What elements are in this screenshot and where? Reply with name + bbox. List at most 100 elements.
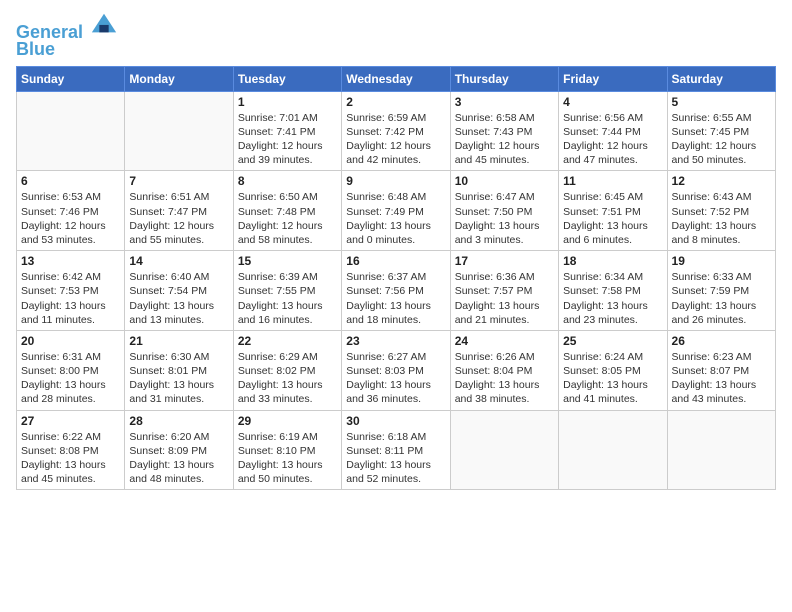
day-info: Sunrise: 6:30 AMSunset: 8:01 PMDaylight:… — [129, 350, 228, 407]
day-cell: 26Sunrise: 6:23 AMSunset: 8:07 PMDayligh… — [667, 330, 775, 410]
day-cell: 4 Sunrise: 6:56 AMSunset: 7:44 PMDaylight… — [559, 91, 667, 171]
day-cell: 1 Sunrise: 7:01 AMSunset: 7:41 PMDaylight… — [233, 91, 341, 171]
day-info: Sunrise: 6:31 AMSunset: 8:00 PMDaylight:… — [21, 350, 120, 407]
day-info: Sunrise: 7:01 AMSunset: 7:41 PMDaylight:… — [238, 111, 337, 168]
day-info: Sunrise: 6:59 AMSunset: 7:42 PMDaylight:… — [346, 111, 445, 168]
day-number: 7 — [129, 174, 228, 188]
day-cell: 8Sunrise: 6:50 AMSunset: 7:48 PMDaylight… — [233, 171, 341, 251]
day-info: Sunrise: 6:22 AMSunset: 8:08 PMDaylight:… — [21, 430, 120, 487]
day-info: Sunrise: 6:45 AMSunset: 7:51 PMDaylight:… — [563, 190, 662, 247]
day-cell: 9 Sunrise: 6:48 AMSunset: 7:49 PMDaylight… — [342, 171, 450, 251]
logo-icon — [90, 10, 118, 38]
day-info: Sunrise: 6:20 AMSunset: 8:09 PMDaylight:… — [129, 430, 228, 487]
day-cell: 7 Sunrise: 6:51 AMSunset: 7:47 PMDaylight… — [125, 171, 233, 251]
day-info: Sunrise: 6:19 AMSunset: 8:10 PMDaylight:… — [238, 430, 337, 487]
day-info: Sunrise: 6:56 AMSunset: 7:44 PMDaylight:… — [563, 111, 662, 168]
day-cell: 2 Sunrise: 6:59 AMSunset: 7:42 PMDaylight… — [342, 91, 450, 171]
day-cell: 22 Sunrise: 6:29 AMSunset: 8:02 PMDayligh… — [233, 330, 341, 410]
header-monday: Monday — [125, 66, 233, 91]
day-cell — [559, 410, 667, 490]
day-info: Sunrise: 6:24 AMSunset: 8:05 PMDaylight:… — [563, 350, 662, 407]
day-info: Sunrise: 6:29 AMSunset: 8:02 PMDaylight:… — [238, 350, 337, 407]
day-cell: 14 Sunrise: 6:40 AMSunset: 7:54 PMDayligh… — [125, 251, 233, 331]
day-number: 29 — [238, 414, 337, 428]
day-cell: 30 Sunrise: 6:18 AMSunset: 8:11 PMDayligh… — [342, 410, 450, 490]
day-cell: 19Sunrise: 6:33 AMSunset: 7:59 PMDayligh… — [667, 251, 775, 331]
day-number: 1 — [238, 95, 337, 109]
week-row-2: 6 Sunrise: 6:53 AMSunset: 7:46 PMDaylight… — [17, 171, 776, 251]
day-info: Sunrise: 6:50 AMSunset: 7:48 PMDaylight:… — [238, 190, 337, 247]
day-cell: 10 Sunrise: 6:47 AMSunset: 7:50 PMDayligh… — [450, 171, 558, 251]
day-number: 25 — [563, 334, 662, 348]
day-info: Sunrise: 6:42 AMSunset: 7:53 PMDaylight:… — [21, 270, 120, 327]
day-number: 24 — [455, 334, 554, 348]
day-number: 12 — [672, 174, 771, 188]
day-info: Sunrise: 6:53 AMSunset: 7:46 PMDaylight:… — [21, 190, 120, 247]
week-row-3: 13 Sunrise: 6:42 AMSunset: 7:53 PMDayligh… — [17, 251, 776, 331]
day-info: Sunrise: 6:48 AMSunset: 7:49 PMDaylight:… — [346, 190, 445, 247]
day-cell: 5 Sunrise: 6:55 AMSunset: 7:45 PMDaylight… — [667, 91, 775, 171]
day-info: Sunrise: 6:26 AMSunset: 8:04 PMDaylight:… — [455, 350, 554, 407]
day-number: 20 — [21, 334, 120, 348]
day-number: 6 — [21, 174, 120, 188]
day-cell: 24 Sunrise: 6:26 AMSunset: 8:04 PMDayligh… — [450, 330, 558, 410]
day-cell: 21 Sunrise: 6:30 AMSunset: 8:01 PMDayligh… — [125, 330, 233, 410]
week-row-4: 20 Sunrise: 6:31 AMSunset: 8:00 PMDayligh… — [17, 330, 776, 410]
day-info: Sunrise: 6:18 AMSunset: 8:11 PMDaylight:… — [346, 430, 445, 487]
day-cell: 3Sunrise: 6:58 AMSunset: 7:43 PMDaylight… — [450, 91, 558, 171]
day-number: 13 — [21, 254, 120, 268]
day-info: Sunrise: 6:40 AMSunset: 7:54 PMDaylight:… — [129, 270, 228, 327]
day-cell: 17Sunrise: 6:36 AMSunset: 7:57 PMDayligh… — [450, 251, 558, 331]
day-cell: 6 Sunrise: 6:53 AMSunset: 7:46 PMDaylight… — [17, 171, 125, 251]
day-cell: 25 Sunrise: 6:24 AMSunset: 8:05 PMDayligh… — [559, 330, 667, 410]
header-saturday: Saturday — [667, 66, 775, 91]
day-cell: 28 Sunrise: 6:20 AMSunset: 8:09 PMDayligh… — [125, 410, 233, 490]
days-header-row: Sunday Monday Tuesday Wednesday Thursday… — [17, 66, 776, 91]
day-info: Sunrise: 6:55 AMSunset: 7:45 PMDaylight:… — [672, 111, 771, 168]
day-info: Sunrise: 6:34 AMSunset: 7:58 PMDaylight:… — [563, 270, 662, 327]
header-sunday: Sunday — [17, 66, 125, 91]
day-cell: 13 Sunrise: 6:42 AMSunset: 7:53 PMDayligh… — [17, 251, 125, 331]
day-cell: 11 Sunrise: 6:45 AMSunset: 7:51 PMDayligh… — [559, 171, 667, 251]
day-cell: 18 Sunrise: 6:34 AMSunset: 7:58 PMDayligh… — [559, 251, 667, 331]
day-number: 17 — [455, 254, 554, 268]
header-thursday: Thursday — [450, 66, 558, 91]
day-number: 2 — [346, 95, 445, 109]
day-number: 4 — [563, 95, 662, 109]
day-number: 27 — [21, 414, 120, 428]
day-number: 16 — [346, 254, 445, 268]
day-cell: 20 Sunrise: 6:31 AMSunset: 8:00 PMDayligh… — [17, 330, 125, 410]
day-info: Sunrise: 6:37 AMSunset: 7:56 PMDaylight:… — [346, 270, 445, 327]
day-cell — [125, 91, 233, 171]
page: General Blue Sunday Monday Tuesday Wedne… — [0, 0, 792, 612]
day-number: 22 — [238, 334, 337, 348]
day-number: 30 — [346, 414, 445, 428]
day-number: 18 — [563, 254, 662, 268]
week-row-1: 1 Sunrise: 7:01 AMSunset: 7:41 PMDaylight… — [17, 91, 776, 171]
day-number: 23 — [346, 334, 445, 348]
day-number: 5 — [672, 95, 771, 109]
day-number: 26 — [672, 334, 771, 348]
day-info: Sunrise: 6:47 AMSunset: 7:50 PMDaylight:… — [455, 190, 554, 247]
day-number: 15 — [238, 254, 337, 268]
day-cell: 23 Sunrise: 6:27 AMSunset: 8:03 PMDayligh… — [342, 330, 450, 410]
logo: General Blue — [16, 10, 118, 60]
day-number: 28 — [129, 414, 228, 428]
day-number: 14 — [129, 254, 228, 268]
day-cell: 16 Sunrise: 6:37 AMSunset: 7:56 PMDayligh… — [342, 251, 450, 331]
logo-text: General — [16, 10, 118, 43]
day-number: 3 — [455, 95, 554, 109]
day-number: 21 — [129, 334, 228, 348]
day-cell — [450, 410, 558, 490]
day-cell: 12Sunrise: 6:43 AMSunset: 7:52 PMDayligh… — [667, 171, 775, 251]
day-number: 9 — [346, 174, 445, 188]
week-row-5: 27 Sunrise: 6:22 AMSunset: 8:08 PMDayligh… — [17, 410, 776, 490]
day-number: 11 — [563, 174, 662, 188]
day-info: Sunrise: 6:39 AMSunset: 7:55 PMDaylight:… — [238, 270, 337, 327]
day-cell: 27 Sunrise: 6:22 AMSunset: 8:08 PMDayligh… — [17, 410, 125, 490]
day-info: Sunrise: 6:27 AMSunset: 8:03 PMDaylight:… — [346, 350, 445, 407]
day-info: Sunrise: 6:51 AMSunset: 7:47 PMDaylight:… — [129, 190, 228, 247]
day-number: 10 — [455, 174, 554, 188]
day-cell — [17, 91, 125, 171]
day-info: Sunrise: 6:33 AMSunset: 7:59 PMDaylight:… — [672, 270, 771, 327]
